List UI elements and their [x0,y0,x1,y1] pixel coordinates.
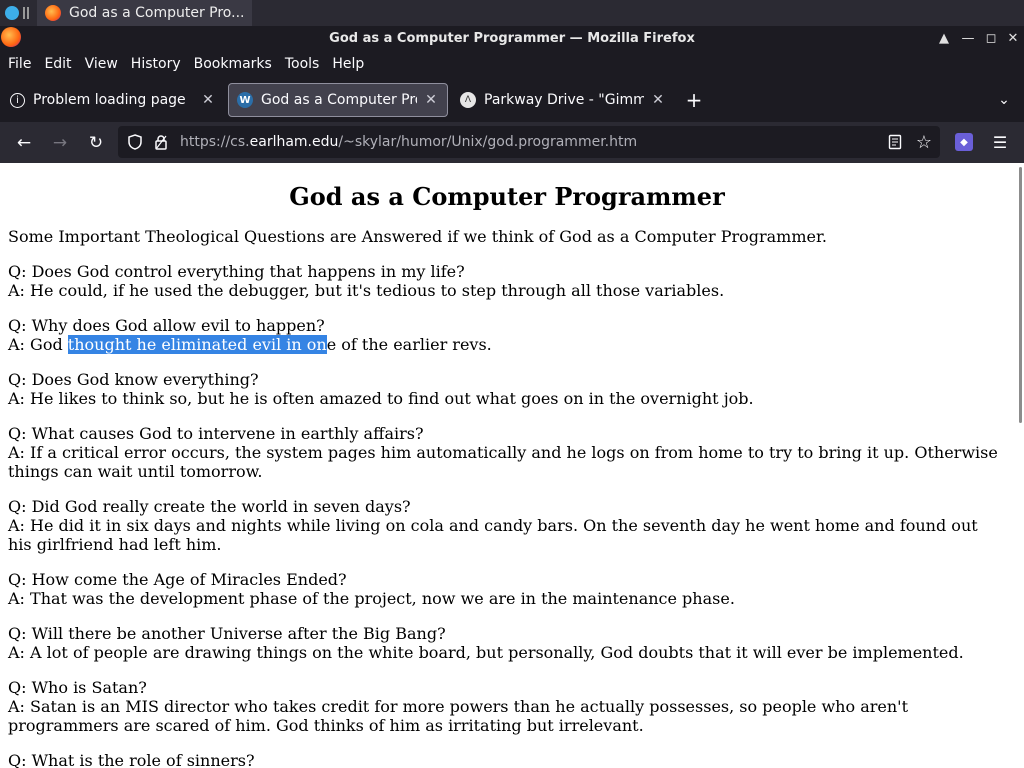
tab-parkway-drive[interactable]: Λ Parkway Drive - "Gimme ✕ [452,83,674,117]
navigation-toolbar: ← → ↻ https://cs.earlham.edu/~skylar/hum… [0,122,1024,163]
answer-before-selection: A: God [8,335,68,354]
menu-help[interactable]: Help [330,56,371,72]
window-title: God as a Computer Programmer — Mozilla F… [329,30,695,46]
answer: A: If a critical error occurs, the syste… [8,443,998,481]
question: Q: Why does God allow evil to happen? [8,316,325,335]
intro-paragraph: Some Important Theological Questions are… [8,227,827,246]
url-host: earlham.edu [249,134,339,150]
menu-bookmarks[interactable]: Bookmarks [192,56,279,72]
wordpress-icon: W [237,92,253,108]
question: Q: What is the role of sinners? [8,751,255,768]
answer: A: That was the development phase of the… [8,589,735,608]
url-path: /~skylar/humor/Unix/god.programmer.htm [338,134,638,150]
menu-edit[interactable]: Edit [42,56,78,72]
taskbar-window-firefox[interactable]: God as a Computer Pro... [37,0,253,26]
reader-view-icon[interactable] [886,133,904,151]
question: Q: Will there be another Universe after … [8,624,446,643]
qa-item: Q: What is the role of sinners? [8,751,998,768]
answer: A: Satan is an MIS director who takes cr… [8,697,908,735]
qa-item: Q: How come the Age of Miracles Ended? A:… [8,570,998,608]
app-launcher-icon[interactable] [5,6,19,20]
info-icon: i [10,92,25,108]
question: Q: What causes God to intervene in earth… [8,424,424,443]
taskbar-window-label: God as a Computer Pro... [69,5,245,21]
menu-tools[interactable]: Tools [283,56,327,72]
question: Q: Does God control everything that happ… [8,262,465,281]
tab-bar: i Problem loading page ✕ W God as a Comp… [0,78,1024,122]
menu-file[interactable]: File [6,56,38,72]
answer: A: He likes to think so, but he is often… [8,389,754,408]
question: Q: Does God know everything? [8,370,259,389]
qa-item: Q: Why does God allow evil to happen? A: … [8,316,998,354]
lock-icon[interactable] [152,133,170,151]
tab-label: Parkway Drive - "Gimme [484,92,644,108]
qa-item: Q: Did God really create the world in se… [8,497,998,554]
menu-history[interactable]: History [129,56,188,72]
question: Q: Who is Satan? [8,678,147,697]
question: Q: Did God really create the world in se… [8,497,411,516]
new-tab-button[interactable]: + [684,88,704,112]
tab-god-programmer[interactable]: W God as a Computer Progr ✕ [228,83,448,117]
url-prefix: https://cs. [180,134,250,150]
qa-item: Q: Will there be another Universe after … [8,624,998,662]
answer: A: A lot of people are drawing things on… [8,643,964,662]
answer: A: He could, if he used the debugger, bu… [8,281,725,300]
bookmark-star-icon[interactable]: ☆ [915,132,933,153]
page-content: God as a Computer Programmer Some Import… [0,163,1024,768]
selected-text: thought he eliminated evil in on [67,335,327,354]
desktop-pager-icon[interactable] [23,7,29,19]
tab-label: Problem loading page [33,92,186,108]
firefox-icon [45,5,61,21]
url-text[interactable]: https://cs.earlham.edu/~skylar/humor/Uni… [180,134,637,150]
article: God as a Computer Programmer Some Import… [0,163,1014,768]
window-titlebar: God as a Computer Programmer — Mozilla F… [0,26,1024,50]
question: Q: How come the Age of Miracles Ended? [8,570,347,589]
answer: A: He did it in six days and nights whil… [8,516,978,554]
qa-item: Q: Who is Satan? A: Satan is an MIS direc… [8,678,998,735]
maximize-button[interactable]: ◻ [980,26,1002,50]
site-icon: Λ [460,92,476,108]
tab-problem-loading[interactable]: i Problem loading page ✕ [2,83,224,117]
keep-above-button[interactable]: ▲ [933,26,955,50]
close-tab-icon[interactable]: ✕ [650,92,666,108]
url-bar[interactable]: https://cs.earlham.edu/~skylar/humor/Uni… [118,126,940,158]
answer-after-selection: e of the earlier revs. [326,335,492,354]
app-menu-icon[interactable]: ☰ [990,132,1010,152]
forward-button[interactable]: → [49,132,71,154]
tracking-protection-shield-icon[interactable] [126,133,144,151]
tab-label: God as a Computer Progr [261,92,417,108]
close-window-button[interactable]: ✕ [1002,26,1024,50]
taskbar: God as a Computer Pro... [0,0,1024,26]
vertical-scrollbar[interactable] [1019,167,1022,423]
minimize-button[interactable]: — [957,26,979,50]
qa-item: Q: Does God control everything that happ… [8,262,998,300]
page-title: God as a Computer Programmer [289,182,725,211]
back-button[interactable]: ← [13,132,35,154]
list-all-tabs-button[interactable]: ⌄ [994,90,1014,110]
extension-icon[interactable]: ◆ [955,133,973,151]
qa-item: Q: Does God know everything? A: He likes … [8,370,998,408]
qa-item: Q: What causes God to intervene in earth… [8,424,998,481]
reload-button[interactable]: ↻ [85,132,107,154]
menu-view[interactable]: View [83,56,125,72]
close-tab-icon[interactable]: ✕ [200,92,216,108]
close-tab-icon[interactable]: ✕ [423,92,439,108]
menu-bar: File Edit View History Bookmarks Tools H… [0,50,1024,78]
firefox-logo-icon[interactable] [1,27,21,47]
